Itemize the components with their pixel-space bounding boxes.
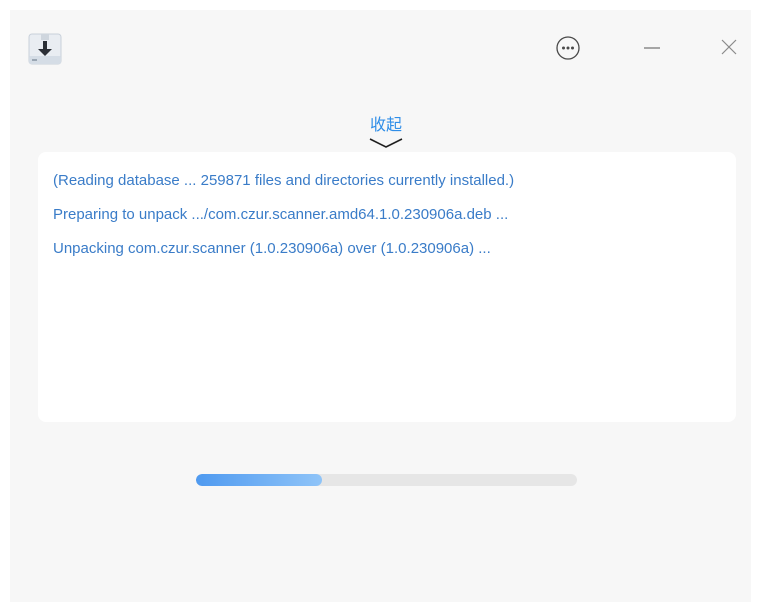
install-log-panel: (Reading database ... 259871 files and d… bbox=[38, 152, 736, 422]
collapse-label: 收起 bbox=[369, 115, 402, 134]
close-icon[interactable] bbox=[715, 34, 743, 62]
installer-window: 收起 (Reading database ... 259871 files an… bbox=[10, 10, 751, 602]
more-options-icon[interactable] bbox=[554, 34, 582, 62]
install-progress-bar bbox=[196, 474, 577, 486]
chevron-down-icon bbox=[369, 138, 403, 148]
minimize-icon[interactable] bbox=[638, 34, 666, 62]
download-package-icon bbox=[28, 33, 62, 65]
log-line: Unpacking com.czur.scanner (1.0.230906a)… bbox=[53, 240, 491, 257]
titlebar bbox=[10, 10, 751, 88]
log-line: (Reading database ... 259871 files and d… bbox=[53, 172, 515, 189]
progress-fill bbox=[196, 474, 322, 486]
log-line: Preparing to unpack .../com.czur.scanner… bbox=[53, 206, 509, 223]
